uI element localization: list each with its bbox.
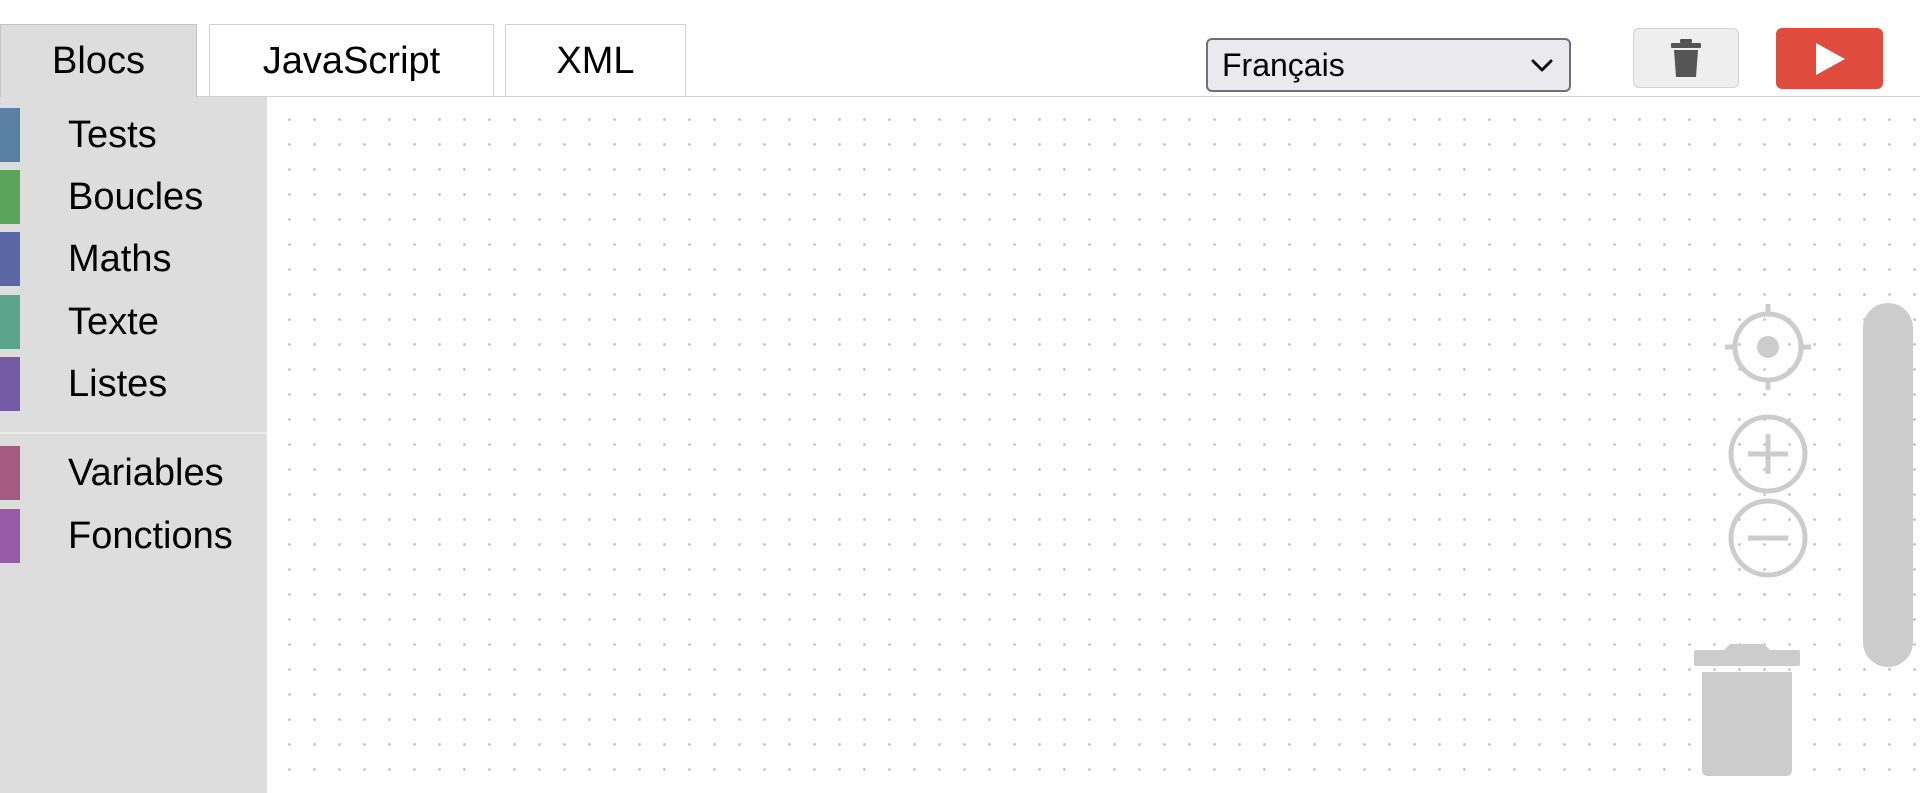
tab-javascript[interactable]: JavaScript: [209, 24, 494, 97]
workspace-vertical-scrollbar[interactable]: [1863, 303, 1913, 667]
toolbox-category-boucles[interactable]: Boucles: [0, 167, 267, 227]
language-select[interactable]: Français: [1206, 38, 1571, 92]
target-icon[interactable]: [1725, 304, 1811, 390]
category-color-swatch: [0, 509, 20, 563]
toolbox-category-label: Listes: [68, 362, 168, 405]
trash-icon: [1671, 39, 1701, 77]
toolbox-category-fonctions[interactable]: Fonctions: [0, 506, 267, 566]
toolbox-category-label: Tests: [68, 113, 157, 156]
play-icon: [1815, 42, 1845, 75]
category-color-swatch: [0, 295, 20, 349]
delete-all-button[interactable]: [1633, 28, 1739, 88]
chevron-down-icon: [1531, 59, 1553, 72]
toolbox-category-label: Texte: [68, 300, 159, 343]
toolbox-category-tests[interactable]: Tests: [0, 105, 267, 165]
tab-blocs[interactable]: Blocs: [0, 24, 197, 97]
tab-xml[interactable]: XML: [505, 24, 686, 97]
toolbox-category-label: Fonctions: [68, 514, 233, 557]
run-button[interactable]: [1776, 28, 1883, 89]
toolbox-category-listes[interactable]: Listes: [0, 354, 267, 414]
category-color-swatch: [0, 232, 20, 286]
blocks-workspace[interactable]: [267, 97, 1920, 793]
top-bar: Blocs JavaScript XML Français: [0, 0, 1920, 97]
category-color-swatch: [0, 170, 20, 224]
toolbox-separator: [0, 432, 267, 434]
toolbox-category-variables[interactable]: Variables: [0, 443, 267, 503]
toolbox-category-label: Boucles: [68, 175, 204, 218]
tab-xml-label: XML: [556, 39, 635, 82]
toolbox-category-texte[interactable]: Texte: [0, 292, 267, 352]
category-color-swatch: [0, 357, 20, 411]
zoom-in-icon[interactable]: [1725, 411, 1811, 497]
toolbox: Tests Boucles Maths Texte Listes Variabl…: [0, 97, 267, 793]
zoom-out-icon[interactable]: [1725, 495, 1811, 581]
toolbox-category-label: Variables: [68, 451, 224, 494]
trash-can-icon[interactable]: [1692, 638, 1802, 778]
language-selected-value: Français: [1222, 46, 1345, 83]
category-color-swatch: [0, 108, 20, 162]
toolbox-category-maths[interactable]: Maths: [0, 229, 267, 289]
tab-blocs-label: Blocs: [52, 39, 145, 82]
tab-javascript-label: JavaScript: [262, 39, 441, 82]
toolbox-category-label: Maths: [68, 237, 172, 280]
category-color-swatch: [0, 446, 20, 500]
